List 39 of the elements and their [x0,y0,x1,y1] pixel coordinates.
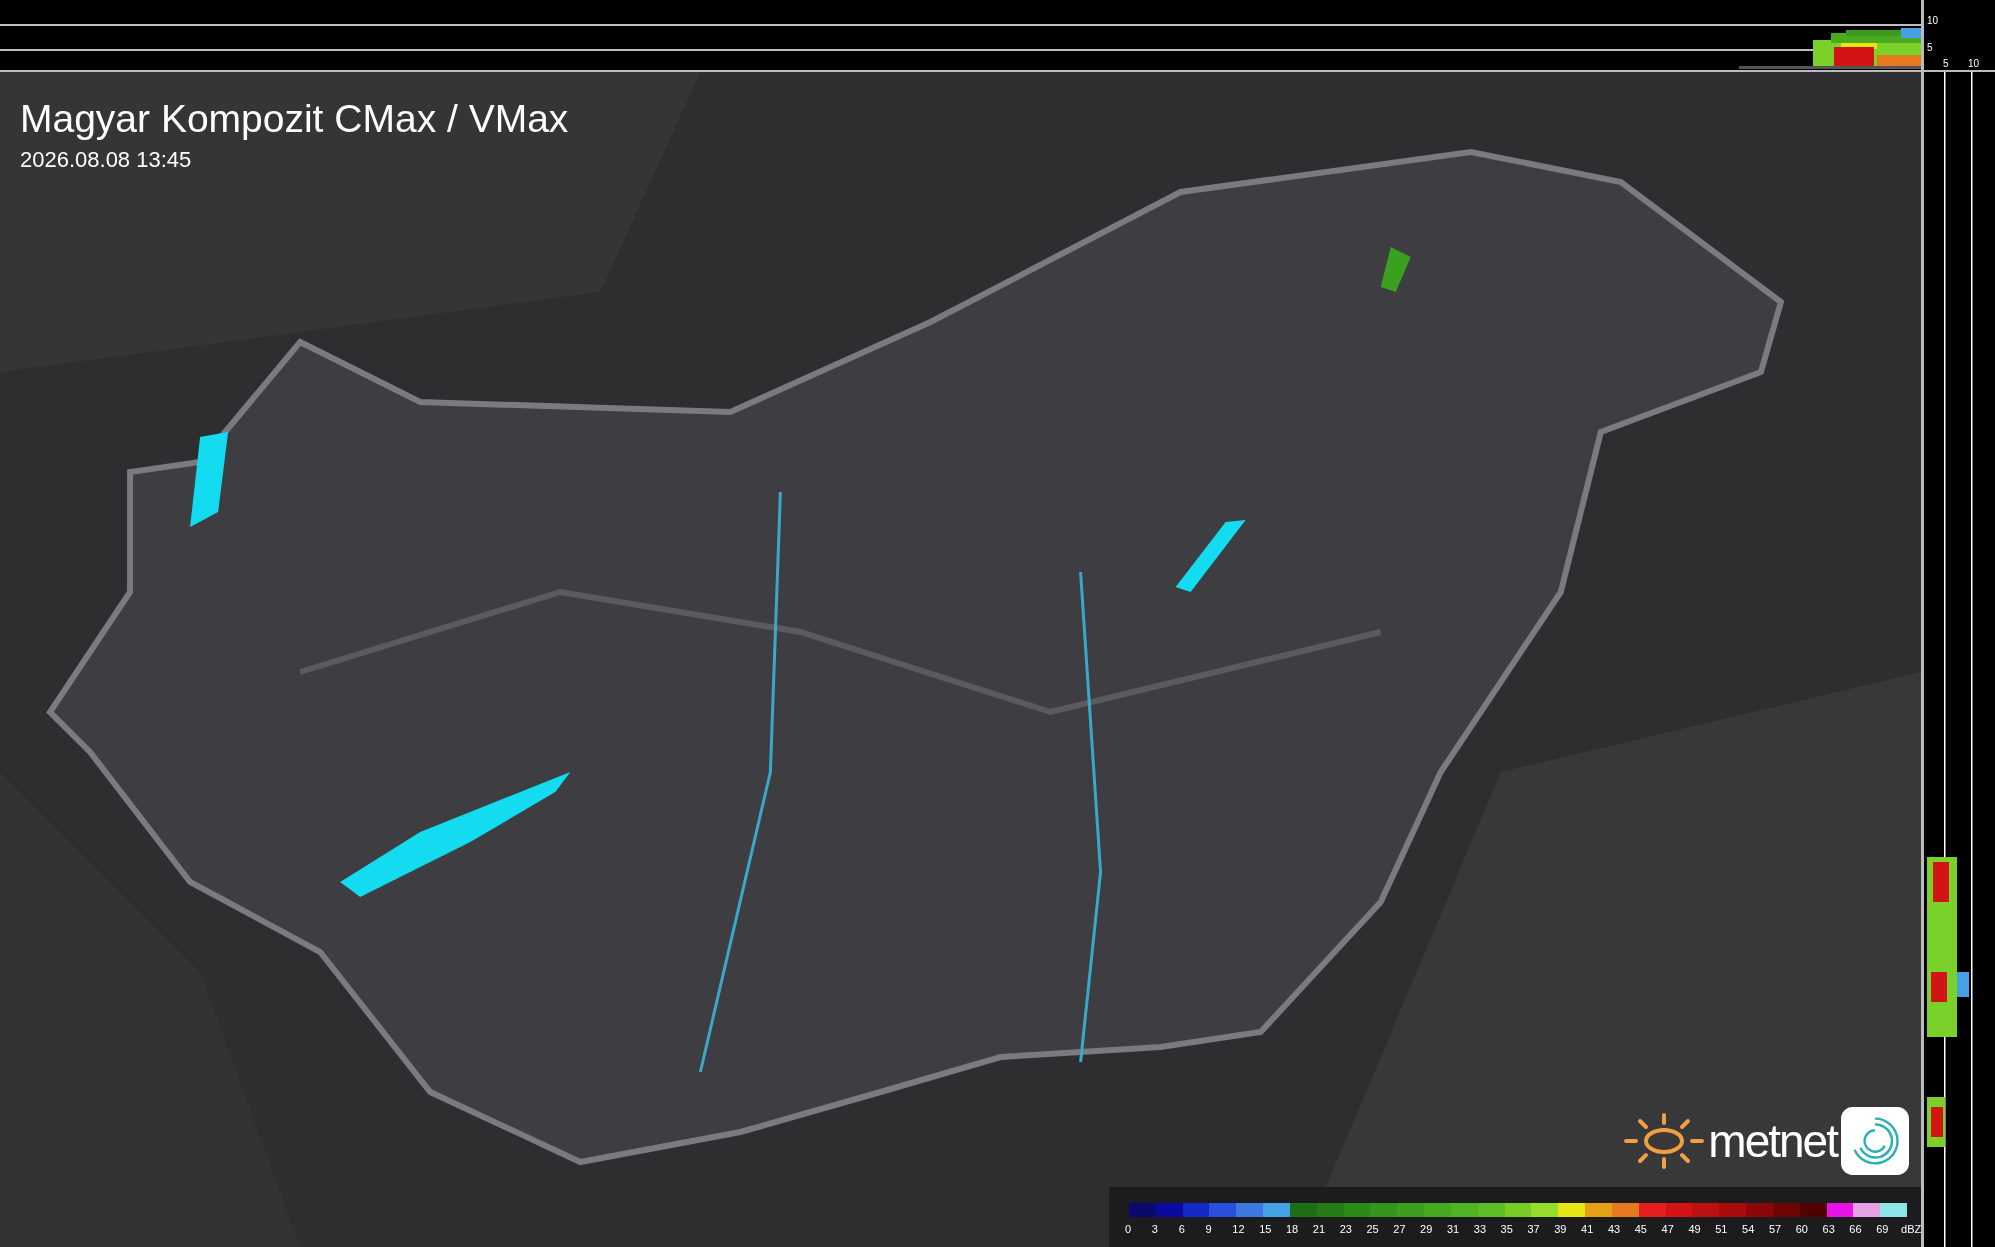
scale-label: 27 [1393,1222,1406,1236]
scale-label: 15 [1259,1222,1272,1236]
logo-text: metnet [1708,1116,1837,1166]
scale-label: 54 [1742,1222,1755,1236]
scale-label: 39 [1554,1222,1567,1236]
scale-label: 18 [1285,1222,1299,1236]
scale-label: 47 [1661,1222,1674,1236]
scale-label: 12 [1232,1222,1245,1236]
height-label: 5 [1927,42,1933,53]
scale-label: 69 [1876,1222,1889,1236]
scale-label: 49 [1688,1222,1701,1236]
scale-label: 31 [1446,1222,1460,1236]
scale-label: 60 [1795,1222,1808,1236]
timestamp: 2026.08.08 13:45 [20,146,193,174]
height-label: 10 [1927,15,1939,26]
scale-label: 25 [1366,1222,1379,1236]
scale-label: 33 [1473,1222,1486,1236]
scale-label: 43 [1607,1222,1621,1236]
scale-label: 3 [1151,1222,1158,1236]
unit-label: dBZ [1901,1222,1921,1236]
scale-label: 9 [1205,1222,1212,1236]
scale-label: 41 [1581,1222,1594,1236]
sun-icon [1624,1111,1705,1171]
scale-label: 57 [1768,1222,1782,1236]
scale-label: 45 [1634,1222,1647,1236]
scale-label: 37 [1527,1222,1540,1236]
scale-label: 23 [1339,1222,1352,1236]
scale-label: 29 [1420,1222,1433,1236]
scale-label: 0 [1125,1222,1132,1236]
scale-label: 21 [1312,1222,1326,1236]
scale-label: 6 [1178,1222,1185,1236]
scale-label: 63 [1822,1222,1835,1236]
swirl-icon [1841,1107,1909,1175]
map-title: Magyar Kompozit CMax / VMax [20,96,569,142]
scale-label: 66 [1849,1222,1862,1236]
distance-label: 5 [1943,58,1949,69]
scale-label: 35 [1500,1222,1513,1236]
scale-label: 51 [1715,1222,1728,1236]
distance-label: 10 [1968,58,1980,69]
